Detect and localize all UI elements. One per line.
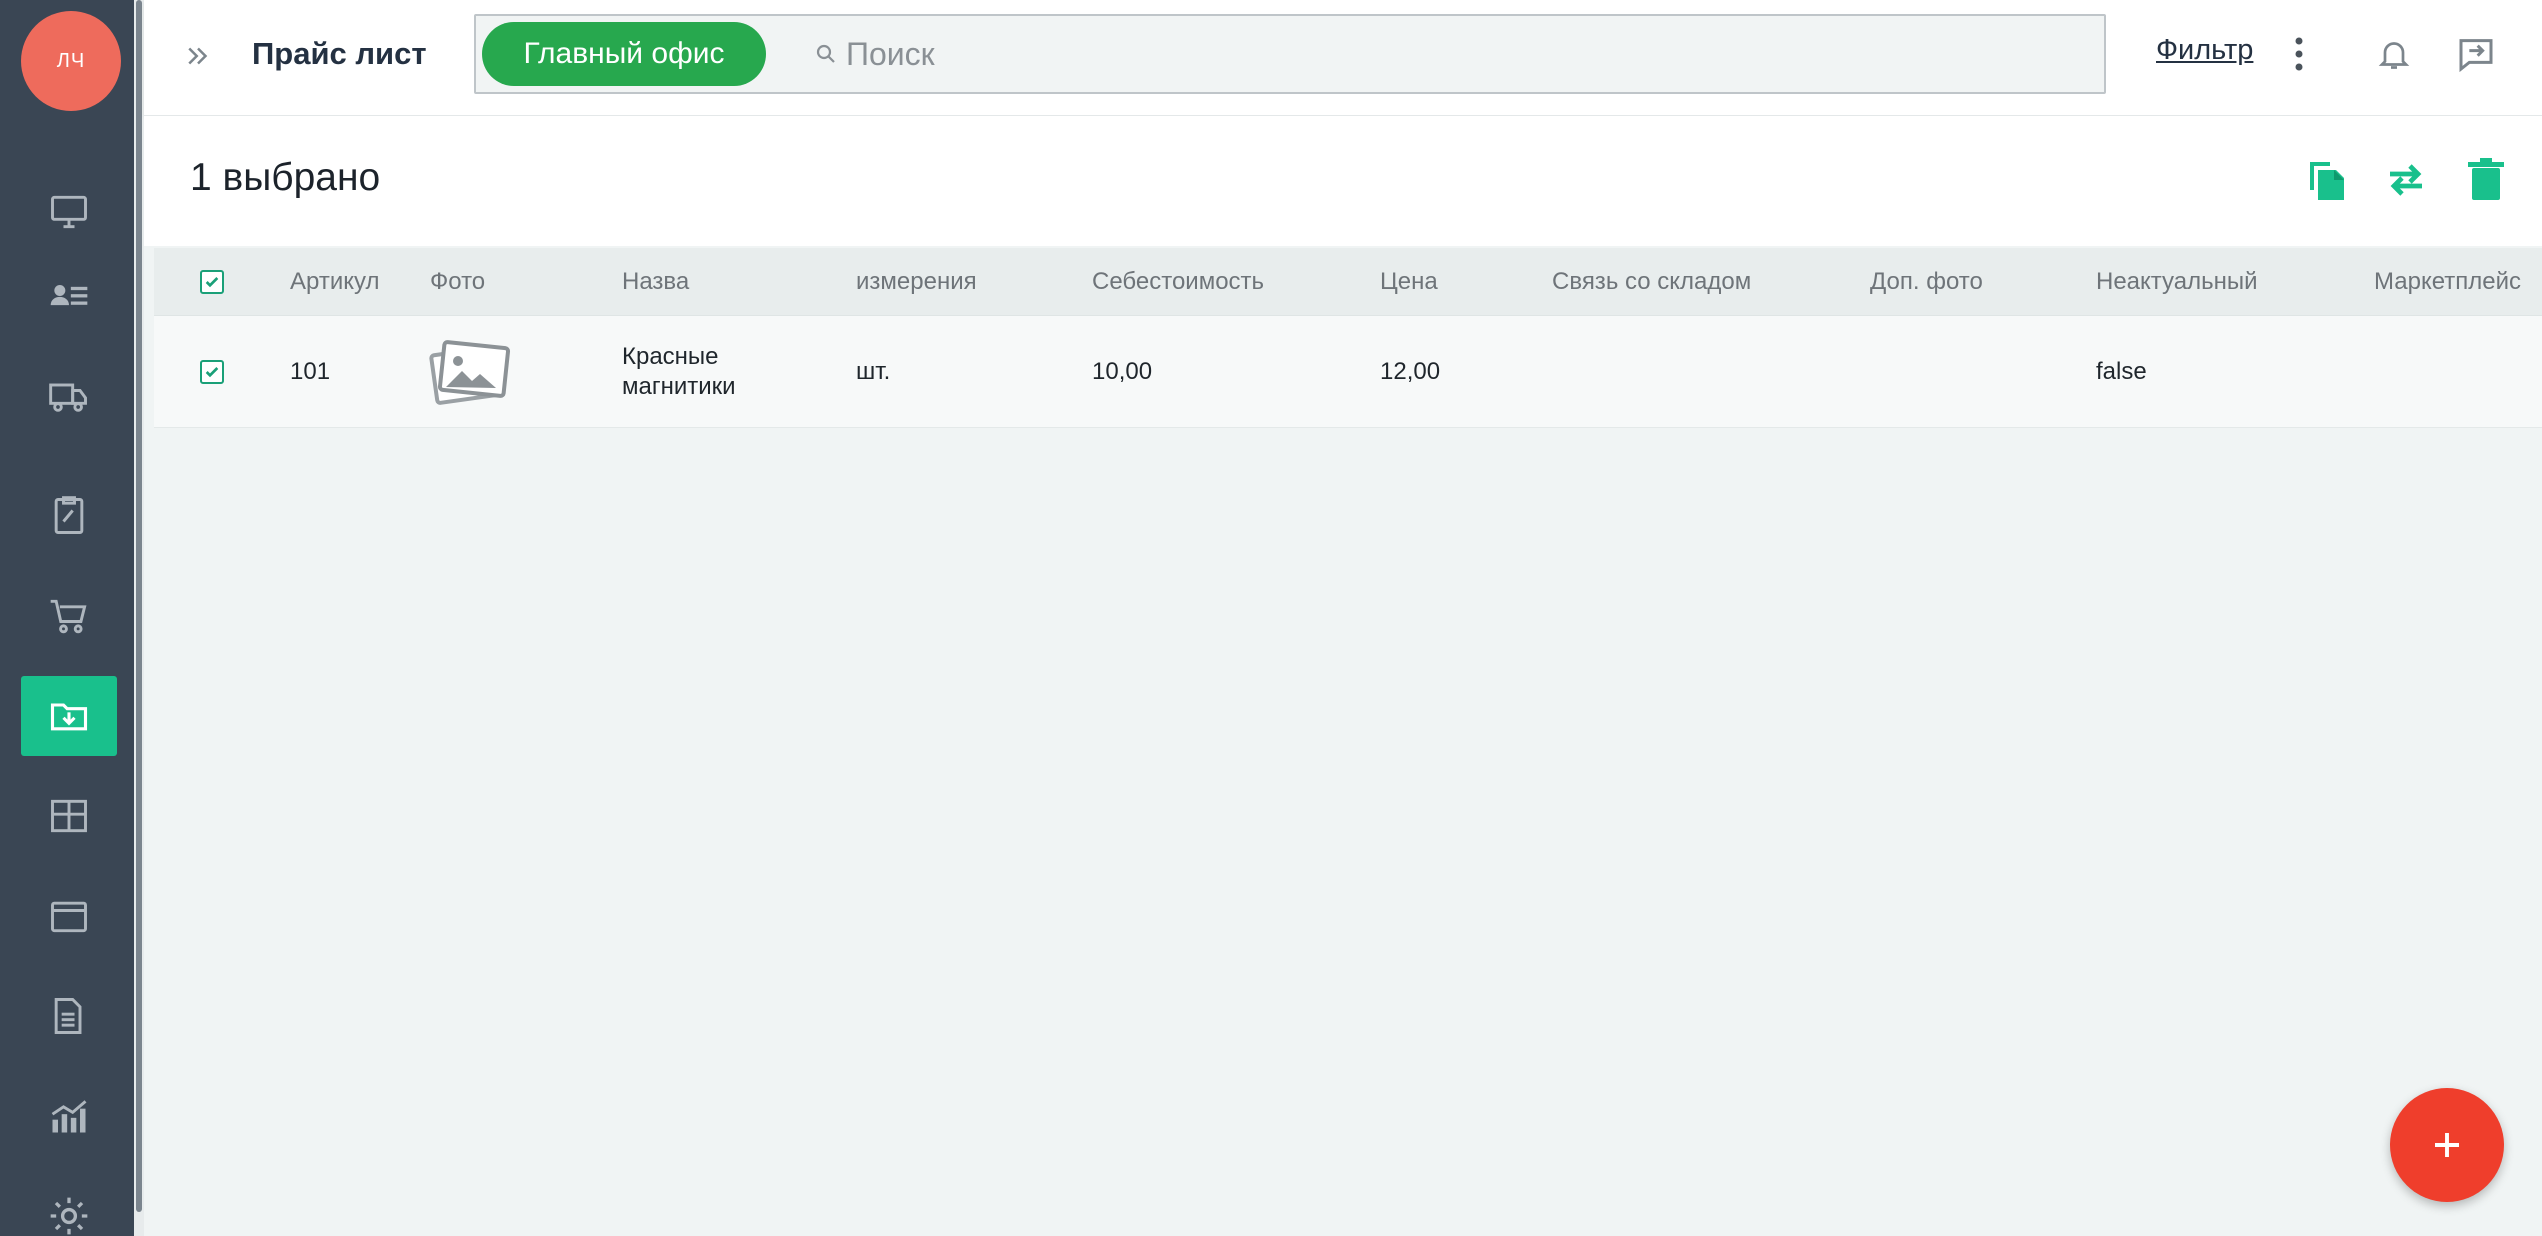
sidebar-item-tasks[interactable] [21, 476, 117, 556]
sidebar-item-price-list[interactable] [21, 676, 117, 756]
sidebar: ЛЧ [0, 0, 134, 1236]
article-cell: 101 [290, 357, 331, 385]
clipboard-icon [54, 496, 84, 534]
row-checkbox[interactable] [200, 359, 224, 384]
filter-link[interactable]: Фильтр [2156, 34, 2253, 67]
selected-count: 1 выбрано [190, 156, 381, 199]
sidebar-item-documents[interactable] [21, 976, 117, 1056]
cart-icon [50, 599, 87, 634]
double-chevron-right-icon [188, 47, 208, 65]
sidebar-scrollbar[interactable] [134, 0, 144, 1236]
sidebar-item-contacts[interactable] [21, 256, 117, 336]
sidebar-item-settings[interactable] [21, 1176, 117, 1236]
name-line: магнитики [622, 372, 736, 400]
column-header[interactable]: Маркетплейс [2374, 248, 2521, 315]
inactive-cell: false [2096, 357, 2147, 385]
plus-icon [2435, 1133, 2459, 1157]
sidebar-item-delivery[interactable] [21, 356, 117, 436]
sidebar-scrollbar-thumb[interactable] [136, 0, 142, 1212]
sidebar-item-analytics[interactable] [21, 1076, 117, 1156]
name-line: Красные [622, 342, 719, 370]
search-input[interactable] [846, 26, 2046, 82]
select-all-cell [200, 248, 224, 315]
row-select-cell [200, 316, 224, 427]
swap-icon[interactable] [2382, 156, 2430, 204]
selection-bar: 1 выбрано [144, 116, 2542, 246]
unit-cell: шт. [856, 357, 891, 385]
price-cell: 12,00 [1380, 357, 1441, 385]
column-header[interactable]: Себестоимость [1092, 248, 1264, 315]
top-header: Прайс лист Главный офис Фильтр [144, 0, 2542, 116]
column-header[interactable]: Артикул [290, 248, 379, 315]
bell-icon[interactable] [2376, 36, 2412, 72]
monitor-icon [51, 195, 87, 229]
user-initials: ЛЧ [56, 49, 86, 72]
sidebar-item-orders[interactable] [21, 576, 117, 656]
select-all-checkbox[interactable] [200, 269, 224, 294]
table-row[interactable]: 101 Красные магнитики шт. 10,00 12,00 fa… [154, 316, 2542, 428]
add-item-button[interactable] [2390, 1088, 2504, 1202]
table-header: Артикул Фото Назва измерения Себестоимос… [154, 248, 2542, 316]
column-header[interactable]: Связь со складом [1552, 248, 1751, 315]
name-cell: Красные магнитики [622, 316, 736, 427]
check-icon [205, 276, 219, 287]
column-header[interactable]: Цена [1380, 248, 1438, 315]
column-header[interactable]: измерения [856, 248, 977, 315]
photo-cell[interactable] [428, 316, 512, 427]
column-header[interactable]: Назва [622, 248, 689, 315]
column-header[interactable]: Неактуальный [2096, 248, 2258, 315]
trash-icon[interactable] [2462, 156, 2510, 204]
cost-cell: 10,00 [1092, 357, 1153, 385]
price-table: Артикул Фото Назва измерения Себестоимос… [154, 248, 2542, 428]
box-icon [51, 799, 87, 833]
sidebar-item-warehouse[interactable] [21, 776, 117, 856]
office-chip-label: Главный офис [523, 37, 725, 70]
copy-icon[interactable] [2302, 156, 2350, 204]
wallet-icon [51, 901, 87, 933]
office-chip[interactable]: Главный офис [482, 22, 766, 86]
sidebar-item-dashboard[interactable] [21, 172, 117, 252]
sidebar-item-finance[interactable] [21, 876, 117, 956]
column-header[interactable]: Фото [430, 248, 485, 315]
page-title: Прайс лист [252, 36, 427, 71]
truck-icon [49, 383, 87, 412]
user-avatar[interactable]: ЛЧ [21, 11, 121, 111]
more-options-icon[interactable] [2292, 34, 2306, 74]
image-placeholder-icon [429, 339, 511, 405]
folder-download-icon [50, 703, 88, 731]
app-root: ЛЧ Прайс лист Главный офис Поиск Фильтр … [0, 0, 2542, 1236]
check-icon [205, 366, 219, 377]
chat-icon[interactable] [2456, 34, 2496, 74]
gear-icon [50, 1197, 88, 1235]
report-icon [54, 998, 82, 1034]
contacts-icon [50, 285, 88, 306]
search-bar[interactable]: Главный офис [474, 14, 2106, 94]
expand-sidebar-button[interactable] [180, 38, 216, 74]
chart-icon [51, 1100, 87, 1133]
search-icon [816, 44, 835, 63]
column-header[interactable]: Доп. фото [1870, 248, 1983, 315]
